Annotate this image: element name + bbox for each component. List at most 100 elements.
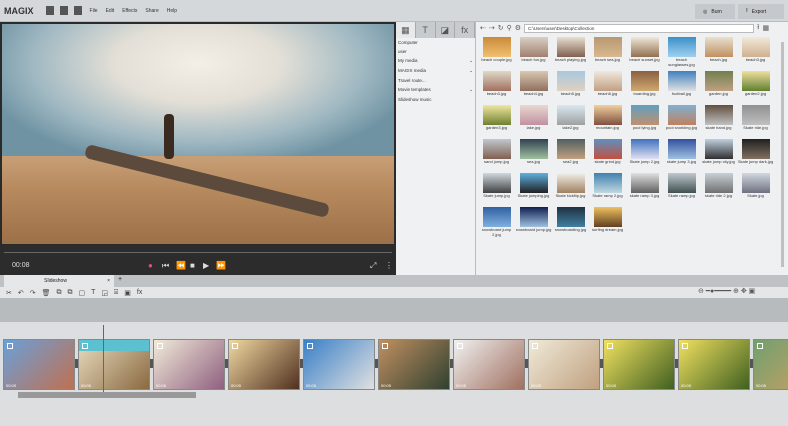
menu-effects[interactable]: Effects: [122, 8, 137, 14]
file-item[interactable]: snowboard jump 2.jpg: [478, 207, 515, 238]
file-item[interactable]: garden3.jpg: [478, 105, 515, 136]
browser-scrollbar[interactable]: [781, 42, 784, 267]
burn-button[interactable]: ◎ Burn: [695, 4, 735, 19]
file-item[interactable]: Skate.jpg: [737, 173, 774, 204]
file-item[interactable]: skate jump 3.jpg: [663, 139, 700, 170]
gear-icon[interactable]: ⚙: [515, 24, 521, 32]
save-icon[interactable]: [73, 6, 82, 15]
file-item[interactable]: snowboard jump.jpg: [515, 207, 552, 238]
timeline-tool-icon[interactable]: ⧉: [57, 289, 62, 297]
search-icon[interactable]: ⚲: [507, 24, 512, 32]
file-item[interactable]: surfing dream.jpg: [589, 207, 626, 238]
storyboard-clip[interactable]: 00:05: [528, 339, 600, 390]
file-item[interactable]: beach.jpg: [700, 37, 737, 68]
add-tab-icon[interactable]: +: [118, 276, 122, 283]
file-item[interactable]: Skate kickflip.jpg: [552, 173, 589, 204]
skip-start-button[interactable]: ⏮: [162, 261, 169, 271]
storyboard-clip[interactable]: 00:05: [78, 339, 150, 390]
storyboard-clip[interactable]: 00:05: [303, 339, 375, 390]
clip-checkbox[interactable]: [157, 343, 163, 349]
file-item[interactable]: beach3.jpg: [737, 37, 774, 68]
timeline-tool-icon[interactable]: ▣: [124, 289, 131, 297]
refresh-icon[interactable]: ↻: [498, 24, 504, 32]
timeline-tool-icon[interactable]: ▢: [79, 289, 86, 297]
file-item[interactable]: sea2.jpg: [552, 139, 589, 170]
menu-help[interactable]: Help: [167, 8, 177, 14]
timeline-tool-icon[interactable]: ✂: [6, 289, 12, 297]
file-item[interactable]: beach3.jpg: [478, 71, 515, 102]
file-item[interactable]: lake2.jpg: [552, 105, 589, 136]
clip-checkbox[interactable]: [607, 343, 613, 349]
file-item[interactable]: skate hand.jpg: [700, 105, 737, 136]
timeline-tool-icon[interactable]: ◲: [101, 289, 108, 297]
new-file-icon[interactable]: [45, 6, 54, 15]
file-item[interactable]: beach sunset.jpg: [626, 37, 663, 68]
rewind-button[interactable]: ⏪: [176, 261, 186, 270]
folder-item[interactable]: user: [396, 47, 475, 56]
tab-transitions[interactable]: ◪: [436, 22, 456, 38]
record-button[interactable]: ●: [148, 261, 153, 270]
storyboard-clip[interactable]: 00:05: [603, 339, 675, 390]
timeline-tool-icon[interactable]: T: [91, 289, 95, 296]
file-item[interactable]: beach sea.jpg: [589, 37, 626, 68]
file-item[interactable]: sand jump.jpg: [478, 139, 515, 170]
storyboard-clip[interactable]: 00:05: [753, 339, 788, 390]
clip-checkbox[interactable]: [82, 343, 88, 349]
file-item[interactable]: beach sunglasses.jpg: [663, 37, 700, 68]
file-item[interactable]: pool snorkling.jpg: [663, 105, 700, 136]
more-icon[interactable]: ⋮: [385, 261, 393, 270]
forward-icon[interactable]: ⇢: [489, 24, 495, 32]
file-item[interactable]: beach couple.jpg: [478, 37, 515, 68]
up-icon[interactable]: ⭱: [757, 23, 759, 34]
path-input[interactable]: C:\Users\user\Desktop\Collection: [524, 23, 755, 33]
folder-item[interactable]: Movie templates ⌄: [396, 85, 475, 95]
tab-slideshow[interactable]: Slideshow ×: [4, 275, 114, 287]
file-item[interactable]: beach fun.jpg: [515, 37, 552, 68]
storyboard-clip[interactable]: 00:05: [228, 339, 300, 390]
timeline-scrollbar[interactable]: [18, 392, 196, 398]
timeline-tool-icon[interactable]: ⌸: [114, 289, 118, 297]
timeline-tool-icon[interactable]: ⧉: [68, 289, 73, 297]
clip-checkbox[interactable]: [7, 343, 13, 349]
file-item[interactable]: skate jump city.jpg: [700, 139, 737, 170]
tab-import[interactable]: ▦: [396, 22, 416, 38]
folder-item[interactable]: Travel route...: [396, 76, 475, 85]
clip-checkbox[interactable]: [307, 343, 313, 349]
file-item[interactable]: Skate ramp 2.jpg: [589, 173, 626, 204]
file-item[interactable]: snowboarding.jpg: [552, 207, 589, 238]
open-folder-icon[interactable]: [59, 6, 68, 15]
fast-forward-button[interactable]: ⏩: [216, 261, 226, 270]
folder-item[interactable]: Computer: [396, 38, 475, 47]
file-item[interactable]: Skate jumping.jpg: [515, 173, 552, 204]
file-item[interactable]: boarding.jpg: [626, 71, 663, 102]
playhead[interactable]: [103, 325, 104, 395]
file-item[interactable]: Skate ride.jpg: [737, 105, 774, 136]
file-item[interactable]: Skate jump 2.jpg: [626, 139, 663, 170]
file-item[interactable]: beach playing.jpg: [552, 37, 589, 68]
file-item[interactable]: Skate jump.jpg: [478, 173, 515, 204]
scrub-bar[interactable]: [4, 250, 392, 253]
file-item[interactable]: beach4.jpg: [515, 71, 552, 102]
folder-item[interactable]: Slideshow music: [396, 95, 475, 104]
file-item[interactable]: Skate jump dark.jpg: [737, 139, 774, 170]
timeline-tool-icon[interactable]: ↶: [18, 289, 24, 297]
view-grid-icon[interactable]: ▦: [763, 24, 770, 32]
storyboard-clip[interactable]: 00:05: [153, 339, 225, 390]
clip-checkbox[interactable]: [682, 343, 688, 349]
file-item[interactable]: sea.jpg: [515, 139, 552, 170]
clip-checkbox[interactable]: [757, 343, 763, 349]
storyboard-clip[interactable]: 00:05: [453, 339, 525, 390]
file-item[interactable]: skate ride 2.jpg: [700, 173, 737, 204]
file-item[interactable]: beach6.jpg: [589, 71, 626, 102]
file-item[interactable]: pool lying.jpg: [626, 105, 663, 136]
file-item[interactable]: skate grind.jpg: [589, 139, 626, 170]
clip-checkbox[interactable]: [232, 343, 238, 349]
file-item[interactable]: garden.jpg: [700, 71, 737, 102]
storyboard-clip[interactable]: 00:05: [3, 339, 75, 390]
file-item[interactable]: mountain.jpg: [589, 105, 626, 136]
menu-file[interactable]: File: [90, 8, 98, 14]
folder-item[interactable]: MAGIX media ⌄: [396, 66, 475, 76]
file-item[interactable]: football.jpg: [663, 71, 700, 102]
file-item[interactable]: garden2.jpg: [737, 71, 774, 102]
file-item[interactable]: skate ramp 3.jpg: [626, 173, 663, 204]
